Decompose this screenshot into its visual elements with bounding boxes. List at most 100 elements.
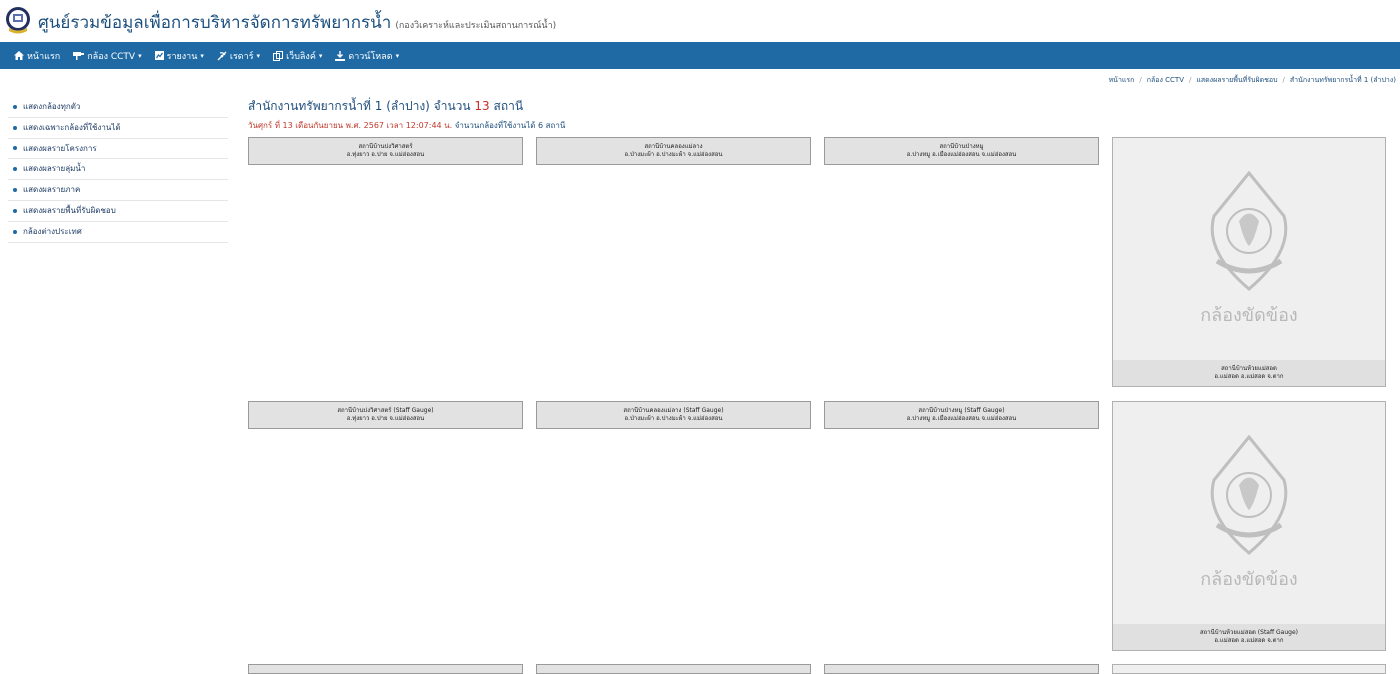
site-header: ศูนย์รวมข้อมูลเพื่อการบริหารจัดการทรัพยา… [0,0,1400,42]
chevron-down-icon: ▾ [138,51,142,60]
breadcrumb-separator: / [1188,76,1192,84]
offline-camera-card[interactable]: กล้องขัดข้อง สถานีบ้านห้วยแม่สอด อ.แม่สอ… [1112,137,1386,387]
nav-home-label: หน้าแรก [27,51,61,62]
sidebar-item-label: แสดงผลรายลุ่มน้ำ [23,164,86,174]
breadcrumb-item[interactable]: แสดงผลรายพื้นที่รับผิดชอบ [1196,76,1277,84]
sidebar-item-label: แสดงกล้องทุกตัว [23,101,81,111]
station-caption: สถานีบ้านห้วยแม่สอด อ.แม่สอด อ.แม่สอด จ.… [1113,360,1385,386]
sidebar-item-label: กล้องต่างประเทศ [23,226,82,236]
home-icon [14,51,24,60]
station-card-partial[interactable] [248,664,523,674]
department-emblem-icon [1210,171,1288,291]
station-location: อ.ปางหมู อ.เมืองแม่ฮ่องสอน จ.แม่ฮ่องสอน [906,151,1017,158]
sidebar-item-by-area[interactable]: แสดงผลรายพื้นที่รับผิดชอบ [8,201,228,222]
breadcrumb-separator: / [1282,76,1285,84]
department-emblem-icon [1210,435,1288,555]
chevron-down-icon: ▾ [318,51,323,60]
station-card[interactable]: สถานีบ้านปงวิศาสตร์ อ.ทุ่งยาว อ.ปาย จ.แม… [248,137,523,165]
nav-download-label: ดาวน์โหลด [348,51,393,62]
camera-offline-label: กล้องขัดข้อง [1200,569,1298,590]
nav-weblink[interactable]: เว็บลิงค์ ▾ [273,49,322,63]
site-title-text: ศูนย์รวมข้อมูลเพื่อการบริหารจัดการทรัพยา… [38,13,392,33]
station-location: อ.แม่สอด อ.แม่สอด จ.ตาก [1214,373,1284,380]
bullet-icon [13,167,17,172]
station-name: สถานีบ้านคลองแม่ลาง (Staff Gauge) [623,407,724,414]
working-camera-count: จำนวนกล้องที่ใช้งานได้ 6 สถานี [454,121,566,130]
nav-radar-label: เรดาร์ [229,51,254,62]
update-info: วันศุกร์ ที่ 13 เดือนกันยายน พ.ศ. 2567 เ… [248,119,565,132]
sidebar-item-label: แสดงผลรายภาค [23,185,81,195]
station-name: สถานีบ้านปงวิศาสตร์ [358,143,413,150]
breadcrumb-separator: / [1139,76,1142,84]
bullet-icon [13,229,17,234]
station-header[interactable]: สถานีบ้านป่างหมู อ.ปางหมู อ.เมืองแม่ฮ่อง… [824,137,1099,165]
bullet-icon [13,188,17,193]
camera-offline-label: กล้องขัดข้อง [1200,305,1298,326]
sidebar-item-label: แสดงผลรายโครงการ [23,143,97,153]
station-name: สถานีบ้านปงวิศาสตร์ (Staff Gauge) [337,407,434,414]
station-card-partial[interactable] [1112,664,1386,674]
station-header[interactable]: สถานีบ้านปงวิศาสตร์ อ.ทุ่งยาว อ.ปาย จ.แม… [248,137,523,165]
station-header[interactable]: สถานีบ้านคลองแม่ลาง อ.ป่างมะผ้า อ.ปางมะผ… [536,137,811,165]
station-card-partial[interactable] [824,664,1099,674]
logo-icon[interactable] [5,6,31,34]
station-name: สถานีบ้านป่างหมู (Staff Gauge) [918,407,1005,414]
bullet-icon [13,208,17,213]
station-card[interactable]: สถานีบ้านป่างหมู อ.ปางหมู อ.เมืองแม่ฮ่อง… [824,137,1099,165]
station-location: อ.ป่างมะผ้า อ.ปางมะผ้า จ.แม่ฮ่องสอน [624,415,723,422]
station-name: สถานีบ้านป่างหมู [939,143,984,150]
station-header[interactable]: สถานีบ้านป่างหมู (Staff Gauge) อ.ปางหมู … [824,401,1099,429]
station-card[interactable]: สถานีบ้านป่างหมู (Staff Gauge) อ.ปางหมู … [824,401,1099,429]
page-title-suffix: สถานี [493,99,524,113]
update-datetime: วันศุกร์ ที่ 13 เดือนกันยายน พ.ศ. 2567 เ… [248,121,453,130]
breadcrumb-item[interactable]: กล้อง CCTV [1147,76,1184,84]
sidebar-menu: แสดงกล้องทุกตัว แสดงเฉพาะกล้องที่ใช้งานไ… [8,97,228,243]
station-card-partial[interactable] [536,664,811,674]
sidebar-item-foreign-cameras[interactable]: กล้องต่างประเทศ [8,222,228,243]
nav-weblink-label: เว็บลิงค์ [286,51,316,62]
nav-download[interactable]: ดาวน์โหลด ▾ [335,49,399,63]
station-location: อ.ปางหมู อ.เมืองแม่ฮ่องสอน จ.แม่ฮ่องสอน [906,415,1017,422]
breadcrumb: หน้าแรก / กล้อง CCTV / แสดงผลรายพื้นที่รับผิ… [1109,75,1396,86]
nav-radar[interactable]: เรดาร์ ▾ [217,49,260,63]
bullet-icon [13,104,17,109]
offline-camera-card[interactable]: กล้องขัดข้อง สถานีบ้านห้วยแม่สอด (Staff … [1112,401,1386,651]
download-icon [335,50,346,61]
sidebar-item-by-basin[interactable]: แสดงผลรายลุ่มน้ำ [8,159,228,181]
sidebar-item-working-cameras[interactable]: แสดงเฉพาะกล้องที่ใช้งานได้ [8,118,228,139]
nav-cctv[interactable]: กล้อง CCTV ▾ [73,49,142,63]
page-title-prefix: สำนักงานทรัพยากรน้ำที่ 1 (ลำปาง) จำนวน [248,99,471,113]
station-header[interactable]: สถานีบ้านคลองแม่ลาง (Staff Gauge) อ.ป่าง… [536,401,811,429]
station-location: อ.แม่สอด อ.แม่สอด จ.ตาก [1214,637,1284,644]
bullet-icon [13,125,17,130]
main-navbar: หน้าแรก กล้อง CCTV ▾ รายงาน ▾ เรดาร์ ▾ เว็บ… [0,42,1400,69]
station-card[interactable]: สถานีบ้านปงวิศาสตร์ (Staff Gauge) อ.ทุ่ง… [248,401,523,429]
station-name: สถานีบ้านห้วยแม่สอด [1221,365,1277,372]
nav-cctv-label: กล้อง CCTV [87,51,136,62]
sidebar-item-by-region[interactable]: แสดงผลรายภาค [8,180,228,201]
sidebar-item-label: แสดงเฉพาะกล้องที่ใช้งานได้ [23,122,121,132]
station-location: อ.ป่างมะผ้า อ.ปางมะผ้า จ.แม่ฮ่องสอน [624,151,723,158]
nav-home[interactable]: หน้าแรก [14,49,60,63]
site-subtitle: (กองวิเคราะห์และประเมินสถานการณ์น้ำ) [395,21,557,31]
page-title: สำนักงานทรัพยากรน้ำที่ 1 (ลำปาง) จำนวน 1… [248,97,523,116]
station-header[interactable]: สถานีบ้านปงวิศาสตร์ (Staff Gauge) อ.ทุ่ง… [248,401,523,429]
station-location: อ.ทุ่งยาว อ.ปาย จ.แม่ฮ่องสอน [346,415,425,422]
station-card[interactable]: สถานีบ้านคลองแม่ลาง (Staff Gauge) อ.ป่าง… [536,401,811,429]
bullet-icon [13,146,17,151]
breadcrumb-item[interactable]: หน้าแรก [1109,76,1135,84]
nav-report-label: รายงาน [166,51,198,62]
breadcrumb-current: สำนักงานทรัพยากรน้ำที่ 1 (ลำปาง) [1289,76,1396,84]
sidebar-item-by-project[interactable]: แสดงผลรายโครงการ [8,139,228,160]
sidebar-item-all-cameras[interactable]: แสดงกล้องทุกตัว [8,97,228,118]
link-icon [273,50,284,61]
nav-report[interactable]: รายงาน ▾ [154,49,204,63]
site-title[interactable]: ศูนย์รวมข้อมูลเพื่อการบริหารจัดการทรัพยา… [38,9,556,36]
sidebar-item-label: แสดงผลรายพื้นที่รับผิดชอบ [23,205,116,215]
station-name: สถานีบ้านห้วยแม่สอด (Staff Gauge) [1200,629,1298,636]
station-card[interactable]: สถานีบ้านคลองแม่ลาง อ.ป่างมะผ้า อ.ปางมะผ… [536,137,811,165]
station-name: สถานีบ้านคลองแม่ลาง [644,143,703,150]
station-caption: สถานีบ้านห้วยแม่สอด (Staff Gauge) อ.แม่ส… [1113,624,1385,650]
chevron-down-icon: ▾ [395,51,400,60]
chevron-down-icon: ▾ [256,51,261,60]
